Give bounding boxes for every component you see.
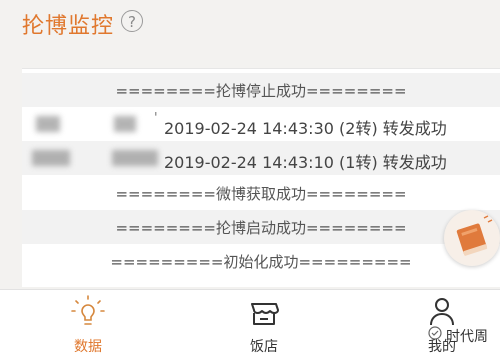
blurred-username — [36, 116, 60, 132]
log-line-started: ========抡博启动成功======== — [22, 210, 500, 244]
floating-book-button[interactable] — [444, 210, 500, 266]
blurred-username — [32, 150, 70, 166]
log-line-forward-1: ' 2019-02-24 14:43:30 (2转) 转发成功 — [22, 107, 500, 141]
blurred-username — [114, 116, 136, 132]
log-line-initialized: =========初始化成功========= — [110, 252, 412, 271]
watermark-logo-icon — [428, 326, 442, 340]
blurred-username — [112, 150, 158, 166]
tick-mark: ' — [154, 111, 158, 126]
page-title: 抡博监控 — [22, 14, 115, 39]
tab-shop[interactable]: 饭店 — [224, 290, 304, 359]
log-line-forward-text: 2019-02-24 14:43:10 (1转) 转发成功 — [164, 153, 447, 172]
log-line-forward-text: 2019-02-24 14:43:30 (2转) 转发成功 — [164, 119, 447, 138]
book-icon — [445, 211, 499, 265]
tab-shop-label: 饭店 — [250, 339, 278, 355]
log-line-weibo-fetched: ========微博获取成功======== — [115, 184, 407, 203]
watermark-text: 时代周 — [446, 329, 488, 345]
tab-data[interactable]: 数据 — [48, 290, 128, 359]
tab-mine[interactable]: 我的 — [402, 290, 482, 359]
tab-data-label: 数据 — [74, 339, 102, 355]
log-panel: ========抡博停止成功======== ' 2019-02-24 14:4… — [22, 68, 500, 287]
person-icon — [430, 298, 454, 326]
lightbulb-icon — [71, 295, 105, 325]
log-line-forward-2: 2019-02-24 14:43:10 (1转) 转发成功 — [22, 141, 500, 175]
bottom-tabbar: 数据 饭店 我的 — [0, 289, 500, 359]
log-line-stop: ========抡博停止成功======== — [22, 73, 500, 107]
header: 抡博监控 ? — [0, 0, 500, 62]
help-icon[interactable]: ? — [121, 10, 143, 32]
shop-icon — [251, 303, 279, 325]
